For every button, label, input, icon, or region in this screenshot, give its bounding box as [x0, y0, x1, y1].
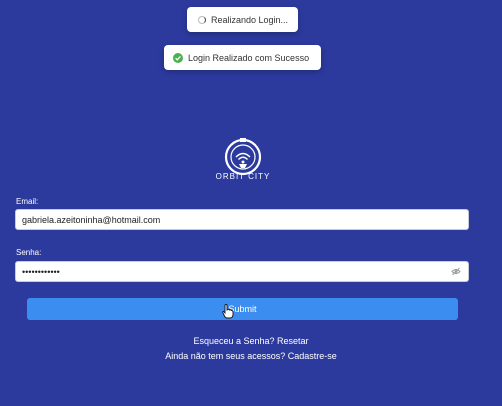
- hand-cursor-icon: [222, 304, 234, 319]
- loading-toast: Realizando Login...: [187, 7, 298, 32]
- success-toast-text: Login Realizado com Sucesso: [188, 52, 310, 63]
- signup-link[interactable]: Ainda não tem seus acessos? Cadastre-se: [0, 351, 502, 361]
- submit-button[interactable]: Submit: [27, 298, 458, 320]
- email-field[interactable]: gabriela.azeitoninha@hotmail.com: [15, 209, 469, 230]
- loading-toast-text: Realizando Login...: [211, 14, 289, 25]
- password-field[interactable]: ••••••••••••: [15, 261, 469, 282]
- orbit-city-logo: ORBIT CITY: [216, 138, 271, 181]
- spinner-icon: [198, 15, 206, 24]
- email-value: gabriela.azeitoninha@hotmail.com: [22, 214, 161, 225]
- check-circle-icon: [173, 52, 183, 63]
- password-value: ••••••••••••: [22, 266, 60, 277]
- brand-name: ORBIT CITY: [216, 172, 271, 181]
- eye-slash-icon[interactable]: [451, 267, 461, 278]
- email-label: Email:: [16, 197, 39, 206]
- success-toast: Login Realizado com Sucesso: [164, 45, 321, 70]
- password-label: Senha:: [16, 248, 42, 257]
- forgot-password-link[interactable]: Esqueceu a Senha? Resetar: [0, 336, 502, 346]
